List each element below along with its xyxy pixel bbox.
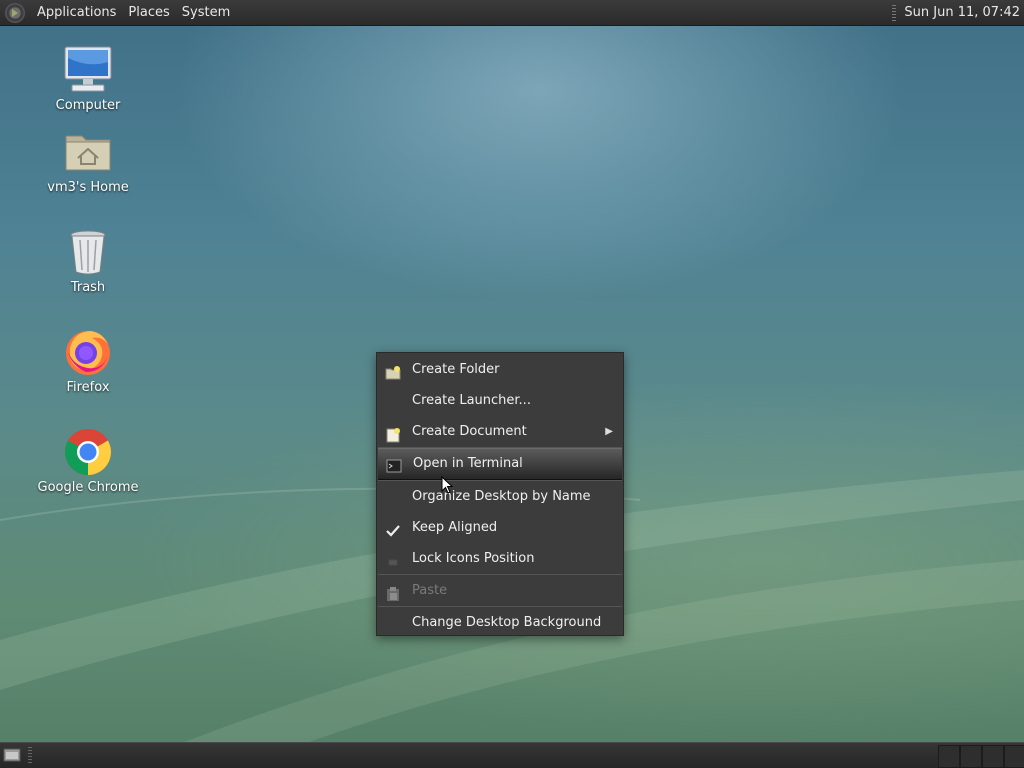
desktop-icon-label: Google Chrome	[37, 480, 139, 495]
menu-item-label: Organize Desktop by Name	[412, 489, 591, 504]
menu-item-change-background[interactable]: Change Desktop Background	[377, 607, 623, 638]
menu-item-label: Paste	[412, 583, 448, 598]
system-menu[interactable]: System	[176, 0, 236, 25]
desktop-icon-trash[interactable]: Trash	[28, 226, 148, 295]
chrome-icon	[62, 426, 114, 478]
terminal-icon	[386, 456, 402, 473]
workspace-3[interactable]	[982, 745, 1004, 768]
desktop-icon-label: Trash	[70, 280, 106, 295]
computer-icon	[62, 44, 114, 96]
desktop-icon-label: Firefox	[66, 380, 110, 395]
desktop-icon-label: vm3's Home	[47, 180, 129, 195]
menu-item-paste[interactable]: Paste	[377, 575, 623, 606]
desktop-icon-chrome[interactable]: Google Chrome	[28, 426, 148, 495]
menu-item-label: Create Folder	[412, 362, 500, 377]
new-document-icon	[385, 424, 401, 443]
trash-icon	[62, 226, 114, 278]
menu-item-label: Change Desktop Background	[412, 615, 602, 630]
workspace-1[interactable]	[938, 745, 960, 768]
top-panel: Applications Places System Sun Jun 11, 0…	[0, 0, 1024, 26]
paste-icon	[385, 583, 401, 601]
menu-item-label: Open in Terminal	[413, 456, 523, 471]
menu-item-organize-desktop[interactable]: Organize Desktop by Name	[377, 481, 623, 512]
menu-item-open-in-terminal[interactable]: Open in Terminal	[378, 448, 622, 480]
workspace-4[interactable]	[1004, 745, 1024, 768]
show-desktop-icon[interactable]	[3, 746, 21, 763]
submenu-arrow-icon: ▶	[605, 426, 613, 437]
menu-item-create-document[interactable]: Create Document ▶	[377, 416, 623, 447]
new-folder-icon	[385, 362, 401, 380]
home-folder-icon	[62, 126, 114, 178]
menu-item-label: Keep Aligned	[412, 520, 498, 535]
mouse-pointer-icon	[441, 476, 454, 494]
desktop-icon-home[interactable]: vm3's Home	[28, 126, 148, 195]
menu-item-label: Lock Icons Position	[412, 551, 535, 566]
panel-grip	[892, 4, 897, 21]
desktop-icon-label: Computer	[55, 98, 121, 113]
menu-item-lock-icons[interactable]: Lock Icons Position	[377, 543, 623, 574]
firefox-icon	[62, 326, 114, 378]
unchecked-box-icon	[385, 551, 401, 567]
workspace-2[interactable]	[960, 745, 982, 768]
menu-item-keep-aligned[interactable]: Keep Aligned	[377, 512, 623, 543]
bottom-panel	[0, 742, 1024, 768]
menu-item-create-folder[interactable]: Create Folder	[377, 354, 623, 385]
places-menu[interactable]: Places	[122, 0, 175, 25]
clock[interactable]: Sun Jun 11, 07:42	[904, 5, 1024, 20]
menu-item-create-launcher[interactable]: Create Launcher...	[377, 385, 623, 416]
menu-item-label: Create Document	[412, 424, 527, 439]
menu-item-label: Create Launcher...	[412, 393, 531, 408]
applications-menu[interactable]: Applications	[31, 0, 122, 25]
desktop-icon-firefox[interactable]: Firefox	[28, 326, 148, 395]
desktop-context-menu: Create Folder Create Launcher... Create …	[376, 352, 624, 636]
distro-logo-icon[interactable]	[5, 2, 25, 23]
desktop-icon-computer[interactable]: Computer	[28, 44, 148, 113]
panel-grip	[28, 747, 32, 763]
check-icon	[385, 520, 401, 537]
